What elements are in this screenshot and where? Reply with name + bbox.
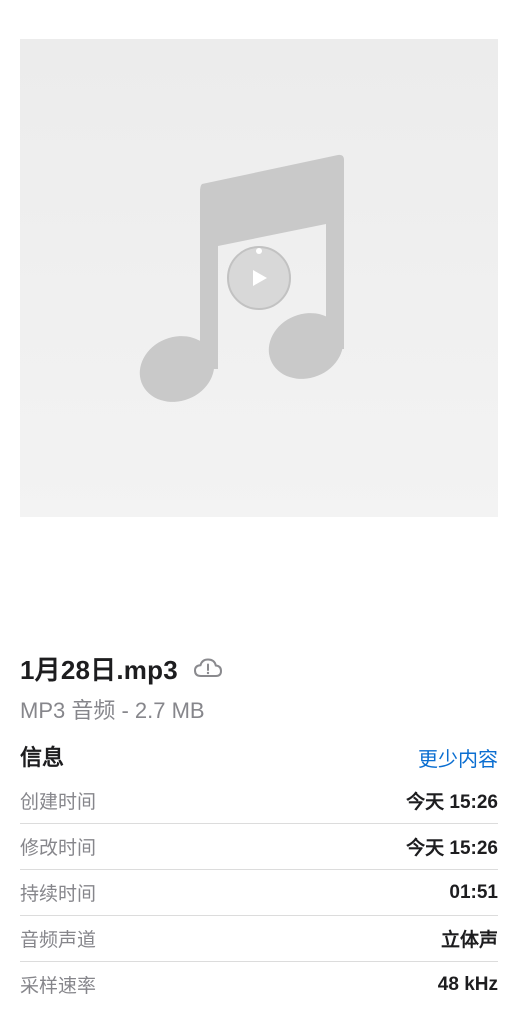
info-row-channels: 音频声道 立体声	[20, 916, 498, 962]
show-less-link[interactable]: 更少内容	[418, 743, 498, 772]
info-row-sample-rate: 采样速率 48 kHz	[20, 962, 498, 1007]
file-title-row: 1月28日.mp3	[20, 648, 224, 688]
info-value: 今天 15:26	[406, 792, 498, 813]
info-value: 立体声	[440, 930, 498, 951]
info-header: 信息 更少内容	[20, 738, 498, 774]
info-label: 音频声道	[20, 930, 97, 951]
play-button[interactable]	[227, 246, 291, 310]
info-label: 修改时间	[20, 838, 97, 859]
cloud-warning-icon[interactable]	[192, 656, 224, 680]
file-title: 1月28日.mp3	[20, 654, 178, 685]
info-value: 01:51	[449, 881, 498, 903]
info-label: 持续时间	[20, 884, 97, 905]
info-label: 采样速率	[20, 976, 97, 997]
info-list: 创建时间 今天 15:26 修改时间 今天 15:26 持续时间 01:51 音…	[20, 778, 498, 1007]
info-value: 今天 15:26	[406, 838, 498, 859]
info-row-duration: 持续时间 01:51	[20, 870, 498, 916]
info-label: 创建时间	[20, 792, 97, 813]
info-value: 48 kHz	[437, 973, 498, 995]
info-title: 信息	[20, 745, 65, 770]
info-row-created: 创建时间 今天 15:26	[20, 778, 498, 824]
file-subtitle: MP3 音频 - 2.7 MB	[20, 698, 205, 723]
album-artwork	[20, 39, 498, 517]
info-row-modified: 修改时间 今天 15:26	[20, 824, 498, 870]
